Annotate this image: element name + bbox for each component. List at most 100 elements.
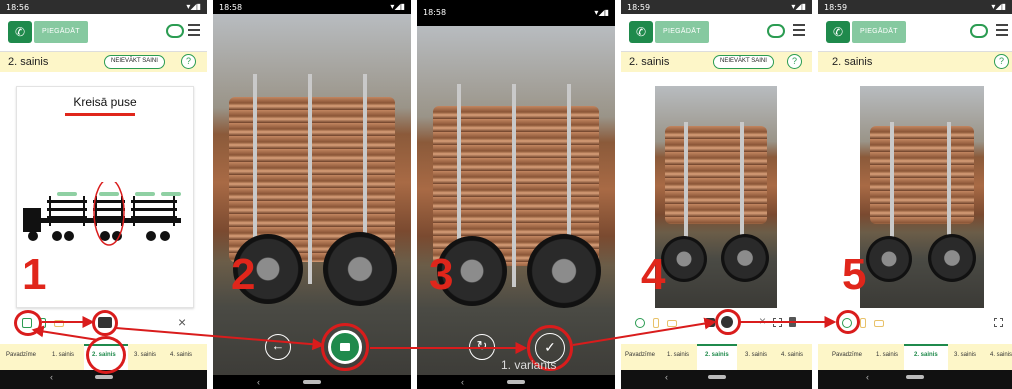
back-arrow-icon: ← [271, 338, 285, 353]
tab-bundle-1[interactable]: 1. sainis [876, 352, 898, 358]
nav-back-icon[interactable]: ‹ [461, 377, 464, 387]
screen-5: 18:59 ▾◢▮ ✆ PIEGĀDĀT 2. sainis ? 5 Pavad… [818, 0, 1012, 389]
phone-icon: ✆ [14, 25, 26, 39]
fullscreen-icon[interactable] [773, 318, 782, 327]
step-number-1: 1 [22, 250, 47, 299]
section-title: 2. sainis [629, 56, 670, 68]
back-button[interactable]: ← [265, 334, 291, 360]
status-time: 18:56 [6, 3, 30, 12]
tab-bundle-1[interactable]: 1. sainis [667, 352, 689, 358]
phone-icon: ✆ [832, 25, 844, 39]
deliver-button[interactable]: PIEGĀDĀT [655, 21, 709, 43]
signal-battery-icon: ▾◢▮ [390, 2, 405, 11]
nav-home-icon[interactable] [303, 380, 321, 384]
camera-button[interactable] [705, 318, 715, 327]
nav-back-icon[interactable]: ‹ [665, 372, 668, 382]
tab-bundle-3[interactable]: 3. sainis [134, 352, 156, 358]
portrait-view-icon[interactable] [653, 318, 659, 328]
fullscreen-icon[interactable] [994, 318, 1003, 327]
signal-battery-icon: ▾◢▮ [186, 2, 201, 11]
menu-icon[interactable] [188, 24, 200, 36]
section-title: 2. sainis [832, 56, 873, 68]
deliver-button[interactable]: PIEGĀDĀT [34, 21, 88, 43]
screen-2: 18:58 ▾◢▮ 2 ← ‹ [213, 0, 411, 389]
highlight-ring-upload [715, 309, 741, 335]
phone-button[interactable]: ✆ [826, 21, 850, 43]
cloud-sync-icon[interactable] [767, 24, 785, 38]
help-button[interactable]: ? [181, 54, 196, 69]
nav-back-icon[interactable]: ‹ [50, 372, 53, 382]
screen-4: 18:59 ▾◢▮ ✆ PIEGĀDĀT 2. sainis NEIEVĀKT … [621, 0, 812, 389]
skip-bundle-button[interactable]: NEIEVĀKT SAINI [104, 55, 165, 69]
section-bar: 2. sainis ? [818, 52, 1012, 72]
cloud-sync-icon[interactable] [166, 24, 184, 38]
signal-battery-icon: ▾◢▮ [594, 8, 609, 17]
tab-bundle-2[interactable]: 2. sainis [914, 352, 938, 358]
bundle-view-icon[interactable] [635, 318, 645, 328]
landscape-view-icon[interactable] [874, 320, 884, 327]
bundle-tabs: Pavadzīme 1. sainis 2. sainis 3. sainis … [621, 344, 812, 370]
help-button[interactable]: ? [994, 54, 1009, 69]
stake [946, 121, 951, 246]
close-icon[interactable]: × [759, 314, 766, 328]
nav-home-icon[interactable] [507, 380, 525, 384]
skip-bundle-button[interactable]: NEIEVĀKT SAINI [713, 55, 774, 69]
status-bar: 18:59 ▾◢▮ [818, 0, 1012, 14]
stake [308, 74, 313, 284]
section-bar: 2. sainis NEIEVĀKT SAINI ? [621, 52, 812, 72]
android-nav-bar: ‹ [213, 375, 411, 389]
tab-waybill[interactable]: Pavadzīme [625, 352, 655, 358]
nav-home-icon[interactable] [906, 375, 924, 379]
truck-wheel [928, 234, 976, 282]
tab-bundle-2[interactable]: 2. sainis [705, 352, 729, 358]
highlight-ring-camera [92, 310, 118, 336]
truck-wheel [323, 232, 397, 306]
status-bar: 18:59 ▾◢▮ [621, 0, 812, 14]
nav-back-icon[interactable]: ‹ [257, 377, 260, 387]
close-icon[interactable]: × [178, 314, 186, 330]
card-title: Kreisā puse [73, 95, 137, 109]
highlight-ring-toolbar [836, 310, 860, 334]
help-button[interactable]: ? [787, 54, 802, 69]
tab-bundle-4[interactable]: 4. sainis [781, 352, 803, 358]
tab-bundle-3[interactable]: 3. sainis [745, 352, 767, 358]
top-bar: ✆ PIEGĀDĀT [0, 14, 207, 52]
retake-button[interactable]: ↻ [469, 334, 495, 360]
nav-home-icon[interactable] [707, 375, 726, 379]
status-bar: 18:58 ▾◢▮ [417, 0, 615, 24]
deliver-button[interactable]: PIEGĀDĀT [852, 21, 906, 43]
status-time: 18:58 [423, 8, 447, 17]
phone-button[interactable]: ✆ [629, 21, 653, 43]
truck-wheel [866, 236, 912, 282]
landscape-view-icon[interactable] [667, 320, 677, 327]
tab-bundle-3[interactable]: 3. sainis [954, 352, 976, 358]
top-bar: ✆ PIEGĀDĀT [818, 14, 1012, 52]
truck-diagram [23, 182, 181, 246]
menu-icon[interactable] [793, 24, 805, 36]
menu-icon[interactable] [996, 24, 1008, 36]
step-number-3: 3 [429, 250, 454, 299]
landscape-view-icon[interactable] [54, 320, 64, 327]
step-number-4: 4 [641, 250, 666, 299]
tab-bundle-1[interactable]: 1. sainis [52, 352, 74, 358]
bundle-tabs: Pavadzīme 1. sainis 2. sainis 3. sainis … [818, 344, 1012, 370]
camera-viewfinder [213, 14, 411, 389]
status-time: 18:58 [219, 3, 243, 12]
highlight-ring-capture [321, 323, 369, 371]
section-bar: 2. sainis NEIEVĀKT SAINI ? [0, 52, 207, 72]
android-nav-bar: ‹ [621, 370, 812, 389]
screen-1: 18:56 ▾◢▮ ✆ PIEGĀDĀT 2. sainis NEIEVĀKT … [0, 0, 207, 389]
portrait-view-icon[interactable] [860, 318, 866, 328]
tab-bundle-4[interactable]: 4. sainis [990, 352, 1012, 358]
nav-back-icon[interactable]: ‹ [866, 372, 869, 382]
tab-waybill[interactable]: Pavadzīme [6, 352, 36, 358]
nav-home-icon[interactable] [94, 375, 113, 379]
delete-icon[interactable] [789, 317, 796, 327]
phone-button[interactable]: ✆ [8, 21, 32, 43]
tab-bundle-4[interactable]: 4. sainis [170, 352, 192, 358]
truck-wheel [527, 234, 601, 308]
status-time: 18:59 [824, 3, 848, 12]
tab-waybill[interactable]: Pavadzīme [832, 352, 862, 358]
cloud-sync-icon[interactable] [970, 24, 988, 38]
top-bar: ✆ PIEGĀDĀT [621, 14, 812, 52]
